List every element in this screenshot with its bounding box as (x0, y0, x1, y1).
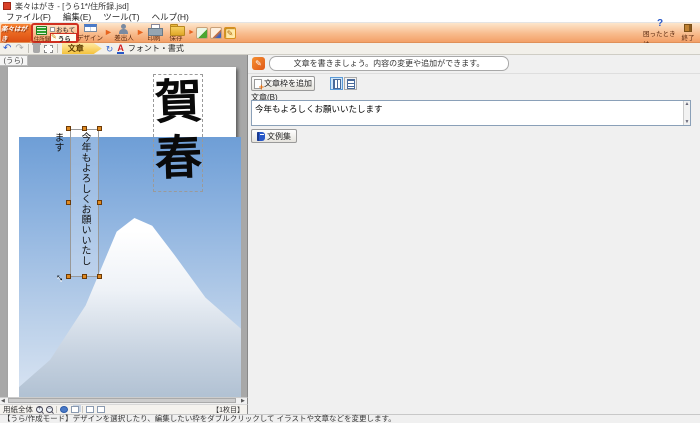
flow-arrow-icon: ► (188, 29, 195, 36)
separator (27, 44, 29, 53)
message-vertical-text: 今年もよろしくお願いいたします (52, 132, 90, 266)
app-logo: 楽々はがき (1, 24, 31, 43)
menu-bar: ファイル(F) 編集(E) ツール(T) ヘルプ(H) (0, 12, 700, 23)
quit-label: 終了 (681, 35, 695, 42)
person-icon (118, 24, 130, 34)
textarea-scrollbar[interactable]: ▲ ▼ (683, 101, 690, 125)
horizontal-text-toggle[interactable] (344, 77, 357, 90)
folder-icon (169, 24, 185, 36)
zoom-in-icon[interactable]: + (36, 406, 43, 413)
selection-handle[interactable] (82, 274, 87, 279)
scrollbar-thumb[interactable] (8, 398, 236, 403)
exit-door-icon (684, 24, 692, 32)
message-text-frame[interactable]: 今年もよろしくお願いいたします (52, 129, 99, 277)
front-checkbox-icon (50, 26, 55, 32)
menu-tools[interactable]: ツール(T) (97, 12, 145, 22)
font-a-icon: A (117, 42, 124, 54)
greeting-char: 春 (153, 130, 203, 187)
menu-help[interactable]: ヘルプ(H) (146, 12, 195, 22)
selection-handle[interactable] (97, 126, 102, 131)
selection-handle[interactable] (97, 274, 102, 279)
scroll-down-icon[interactable]: ▼ (685, 119, 690, 125)
side-tab-label: (うら) (0, 55, 28, 66)
selection-handle[interactable] (97, 200, 102, 205)
add-frame-label: 文章枠を追加 (264, 79, 312, 88)
back-label: うら (57, 35, 71, 43)
add-frame-icon (254, 78, 264, 91)
greeting-text-frame[interactable]: 賀 春 (153, 74, 203, 192)
refresh-icon[interactable]: ↻ (106, 44, 114, 54)
quit-button[interactable]: 終了 (679, 24, 697, 42)
back-side-option[interactable]: ✎ うら (50, 33, 77, 43)
side-select-group: 住所録 おもて ✎ うら (31, 23, 79, 43)
printer-icon (147, 24, 163, 36)
design-label: デザイン (77, 35, 103, 42)
edit-toolbar: ↶ ↷ 文章 ↻ A フォント・書式 (0, 42, 700, 55)
selection-handle[interactable] (82, 126, 87, 131)
guide-bubble: 文章を書きましょう。内容の変更や追加ができます。 (269, 56, 509, 71)
phrase-book-label: 文例集 (267, 131, 291, 141)
panel-divider (248, 73, 700, 74)
vertical-text-toggle[interactable] (330, 77, 343, 90)
separator (56, 406, 57, 413)
pencil-icon: ✎ (51, 33, 57, 41)
horizontal-text-icon (346, 78, 355, 89)
scroll-up-icon[interactable]: ▲ (685, 101, 690, 107)
design-button[interactable]: デザイン (76, 24, 104, 42)
book-icon (257, 131, 265, 141)
page-doc-icon[interactable] (86, 406, 94, 413)
sender-button[interactable]: 差出人 (112, 24, 136, 42)
page-doc2-icon[interactable] (97, 406, 105, 413)
save-button[interactable]: 保存 (166, 24, 186, 42)
separator (56, 44, 58, 53)
redo-icon[interactable]: ↷ (15, 43, 23, 54)
tab-text[interactable]: 文章 (61, 43, 102, 54)
fuji-photo (19, 137, 241, 423)
status-bar: 【うら/作成モード】デザインを選択したり、編集したい枠をダブルクリックして イラ… (0, 414, 700, 423)
selection-handle[interactable] (66, 126, 71, 131)
tool-edit-button[interactable]: ✎ (224, 27, 236, 39)
title-bar: 楽々はがき - [うら1*/住所録.jsd] (0, 0, 700, 12)
question-icon: ? (656, 17, 664, 29)
print-button[interactable]: 印刷 (144, 24, 164, 42)
select-frame-icon[interactable] (43, 44, 53, 53)
copy-page-icon[interactable] (71, 406, 79, 413)
view-globe-icon[interactable] (60, 406, 68, 413)
selection-handle[interactable] (66, 200, 71, 205)
address-book-icon[interactable] (36, 26, 47, 35)
zoom-out-icon[interactable]: − (46, 406, 53, 413)
design-icon (83, 24, 97, 32)
main-toolbar: 楽々はがき 住所録 おもて ✎ うら デザイン ► 差出人 ► 印刷 保存 ► … (0, 18, 700, 48)
mountain-shape (19, 217, 241, 403)
app-window: 楽々はがき - [うら1*/住所録.jsd] ファイル(F) 編集(E) ツール… (0, 0, 700, 423)
menu-file[interactable]: ファイル(F) (0, 12, 57, 22)
greeting-char: 賀 (153, 74, 203, 131)
undo-icon[interactable]: ↶ (3, 43, 11, 54)
tool-copy-button[interactable] (210, 27, 222, 39)
add-text-frame-button[interactable]: 文章枠を追加 (251, 76, 315, 91)
phrase-book-button[interactable]: 文例集 (251, 129, 297, 143)
menu-edit[interactable]: 編集(E) (57, 12, 97, 22)
vertical-text-icon (332, 78, 341, 89)
separator (82, 406, 83, 413)
page-indicator: 【1枚目】 (212, 406, 244, 414)
canvas-toolbar: 用紙全体 + − 【1枚目】 (0, 404, 248, 414)
help-button[interactable]: ? 困ったときは (643, 18, 677, 48)
trash-icon[interactable] (31, 42, 41, 53)
window-title: 楽々はがき - [うら1*/住所録.jsd] (15, 1, 129, 11)
message-textarea[interactable]: 今年もよろしくお願いいたします (251, 100, 691, 126)
tool-pages-button[interactable] (196, 27, 208, 39)
tab-font-format[interactable]: フォント・書式 (128, 43, 184, 54)
guide-mascot-icon: ✎ (252, 57, 265, 70)
app-icon (3, 2, 11, 10)
